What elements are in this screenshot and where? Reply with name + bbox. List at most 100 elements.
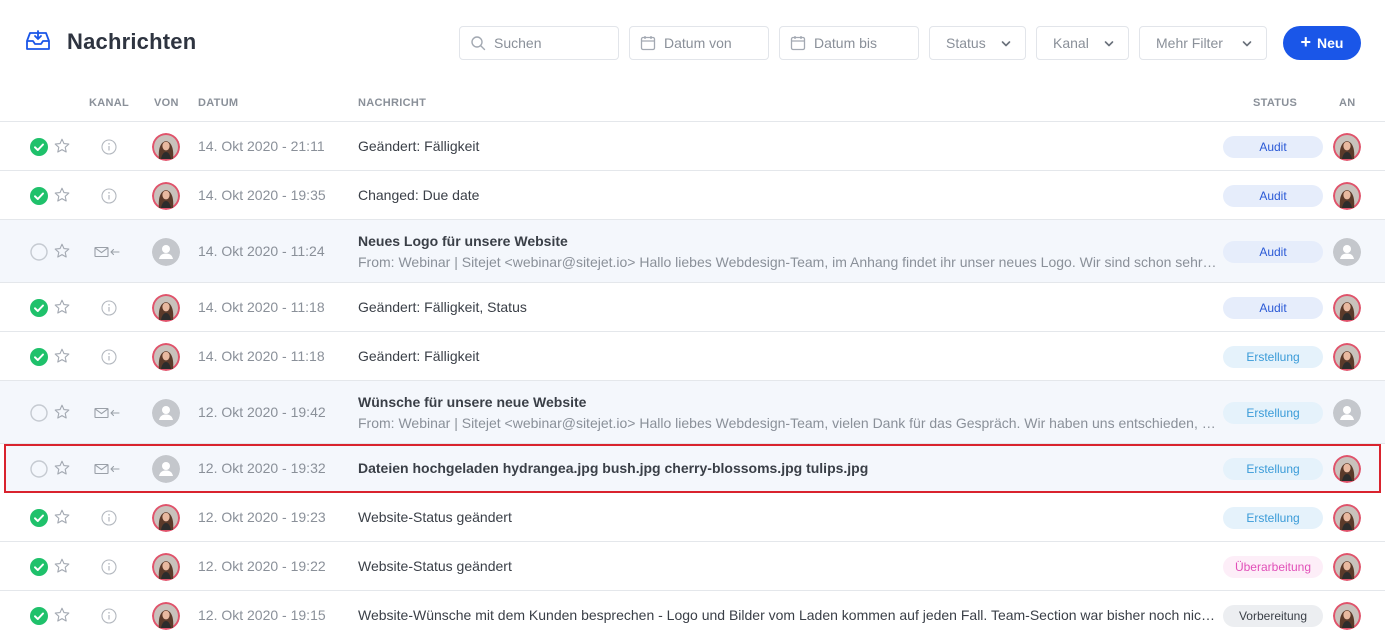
status-filter-label: Status <box>946 35 986 51</box>
empty-circle-icon[interactable] <box>30 404 48 422</box>
kanal-filter-dropdown[interactable]: Kanal <box>1036 26 1129 60</box>
message-date: 12. Okt 2020 - 19:22 <box>198 558 326 574</box>
recipient-avatar <box>1333 182 1361 210</box>
star-icon[interactable] <box>54 460 70 476</box>
column-header-von[interactable]: VON <box>154 97 179 109</box>
recipient-avatar <box>1333 238 1361 266</box>
chevron-down-icon <box>1001 41 1011 47</box>
top-bar: Nachrichten Suchen Datum von Datum bis S… <box>0 0 1385 86</box>
column-header-kanal[interactable]: KANAL <box>89 97 129 109</box>
status-badge: Erstellung <box>1223 507 1323 529</box>
status-badge: Erstellung <box>1223 346 1323 368</box>
message-row[interactable]: 14. Okt 2020 - 11:24 Neues Logo für unser… <box>0 220 1385 283</box>
recipient-avatar <box>1333 602 1361 630</box>
status-badge: Audit <box>1223 297 1323 319</box>
date-from-input[interactable]: Datum von <box>629 26 769 60</box>
message-row[interactable]: 12. Okt 2020 - 19:15 Website-Wünsche mit … <box>0 591 1385 633</box>
message-preview[interactable]: From: Webinar | Sitejet <webinar@sitejet… <box>358 254 1220 270</box>
chevron-down-icon <box>1104 41 1114 47</box>
star-icon[interactable] <box>54 138 70 154</box>
star-icon[interactable] <box>54 299 70 315</box>
info-icon <box>101 349 117 365</box>
message-subject[interactable]: Neues Logo für unsere Website <box>358 233 1220 249</box>
status-filter-dropdown[interactable]: Status <box>929 26 1026 60</box>
check-circle-icon[interactable] <box>30 187 48 205</box>
message-row[interactable]: 14. Okt 2020 - 21:11 Geändert: Fälligkeit… <box>0 122 1385 171</box>
recipient-avatar <box>1333 294 1361 322</box>
message-subject[interactable]: Website-Status geändert <box>358 509 1220 525</box>
message-subject[interactable]: Website-Status geändert <box>358 558 1220 574</box>
message-date: 12. Okt 2020 - 19:32 <box>198 460 326 476</box>
column-header-an[interactable]: AN <box>1339 97 1356 109</box>
star-icon[interactable] <box>54 509 70 525</box>
check-circle-icon[interactable] <box>30 299 48 317</box>
message-date: 14. Okt 2020 - 21:11 <box>198 138 325 154</box>
kanal-filter-label: Kanal <box>1053 35 1089 51</box>
info-icon <box>101 139 117 155</box>
message-row[interactable]: 12. Okt 2020 - 19:32 Dateien hochgeladen … <box>4 444 1381 493</box>
info-icon <box>101 510 117 526</box>
star-icon[interactable] <box>54 348 70 364</box>
recipient-avatar <box>1333 399 1361 427</box>
star-icon[interactable] <box>54 404 70 420</box>
message-subject[interactable]: Changed: Due date <box>358 187 1220 203</box>
sender-avatar <box>152 553 180 581</box>
star-icon[interactable] <box>54 607 70 623</box>
message-date: 14. Okt 2020 - 19:35 <box>198 187 326 203</box>
message-row[interactable]: 14. Okt 2020 - 11:18 Geändert: Fälligkeit… <box>0 283 1385 332</box>
info-icon <box>101 300 117 316</box>
inbox-icon <box>26 30 50 50</box>
message-date: 14. Okt 2020 - 11:18 <box>198 348 325 364</box>
status-badge: Audit <box>1223 241 1323 263</box>
more-filter-label: Mehr Filter <box>1156 35 1223 51</box>
star-icon[interactable] <box>54 187 70 203</box>
message-subject[interactable]: Geändert: Fälligkeit <box>358 138 1220 154</box>
status-badge: Überarbeitung <box>1223 556 1323 578</box>
recipient-avatar <box>1333 553 1361 581</box>
message-row[interactable]: 14. Okt 2020 - 19:35 Changed: Due date Aud… <box>0 171 1385 220</box>
sender-avatar <box>152 294 180 322</box>
empty-circle-icon[interactable] <box>30 243 48 261</box>
check-circle-icon[interactable] <box>30 607 48 625</box>
sender-avatar <box>152 182 180 210</box>
search-input[interactable]: Suchen <box>459 26 619 60</box>
column-header-nachricht[interactable]: NACHRICHT <box>358 97 426 109</box>
message-date: 14. Okt 2020 - 11:18 <box>198 299 325 315</box>
star-icon[interactable] <box>54 558 70 574</box>
empty-circle-icon[interactable] <box>30 460 48 478</box>
new-button-label: Neu <box>1317 35 1344 51</box>
message-row[interactable]: 12. Okt 2020 - 19:42 Wünsche für unsere n… <box>0 381 1385 444</box>
message-subject[interactable]: Website-Wünsche mit dem Kunden bespreche… <box>358 607 1220 623</box>
column-header-datum[interactable]: DATUM <box>198 97 238 109</box>
column-header-status[interactable]: STATUS <box>1253 97 1297 109</box>
message-subject[interactable]: Geändert: Fälligkeit <box>358 348 1220 364</box>
message-preview[interactable]: From: Webinar | Sitejet <webinar@sitejet… <box>358 415 1220 431</box>
mail-in-icon <box>94 246 120 258</box>
sender-avatar <box>152 504 180 532</box>
chevron-down-icon <box>1242 41 1252 47</box>
message-subject[interactable]: Dateien hochgeladen hydrangea.jpg bush.j… <box>358 460 1220 476</box>
message-row[interactable]: 14. Okt 2020 - 11:18 Geändert: Fälligkeit… <box>0 332 1385 381</box>
star-icon[interactable] <box>54 243 70 259</box>
message-subject[interactable]: Geändert: Fälligkeit, Status <box>358 299 1220 315</box>
new-message-button[interactable]: + Neu <box>1283 26 1361 60</box>
message-date: 14. Okt 2020 - 11:24 <box>198 243 325 259</box>
date-to-input[interactable]: Datum bis <box>779 26 919 60</box>
status-badge: Audit <box>1223 185 1323 207</box>
check-circle-icon[interactable] <box>30 348 48 366</box>
recipient-avatar <box>1333 133 1361 161</box>
sender-avatar <box>152 399 180 427</box>
status-badge: Vorbereitung <box>1223 605 1323 627</box>
message-date: 12. Okt 2020 - 19:23 <box>198 509 326 525</box>
message-row[interactable]: 12. Okt 2020 - 19:23 Website-Status geänd… <box>0 493 1385 542</box>
search-placeholder: Suchen <box>494 35 542 51</box>
message-date: 12. Okt 2020 - 19:15 <box>198 607 326 623</box>
message-subject[interactable]: Wünsche für unsere neue Website <box>358 394 1220 410</box>
check-circle-icon[interactable] <box>30 138 48 156</box>
more-filter-dropdown[interactable]: Mehr Filter <box>1139 26 1267 60</box>
calendar-icon <box>790 36 806 51</box>
recipient-avatar <box>1333 343 1361 371</box>
check-circle-icon[interactable] <box>30 509 48 527</box>
check-circle-icon[interactable] <box>30 558 48 576</box>
message-row[interactable]: 12. Okt 2020 - 19:22 Website-Status geänd… <box>0 542 1385 591</box>
